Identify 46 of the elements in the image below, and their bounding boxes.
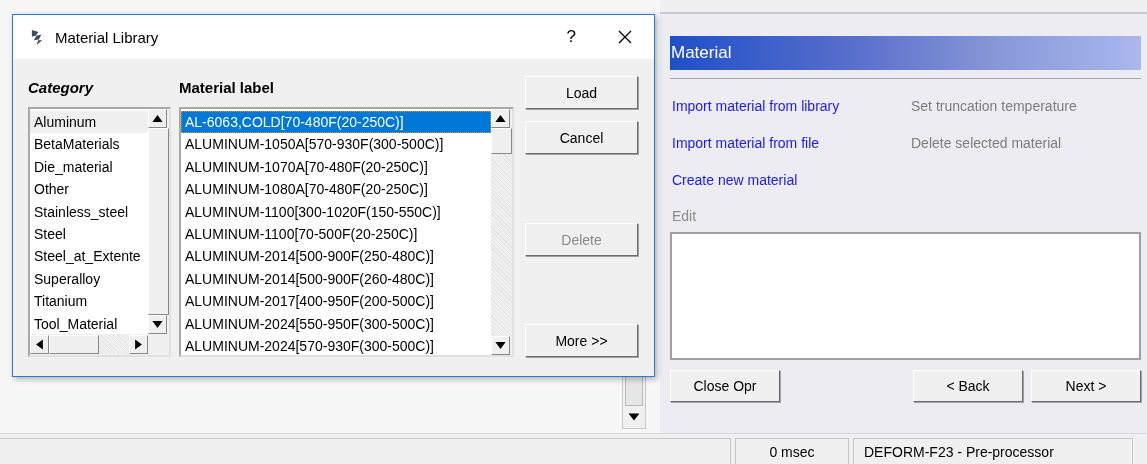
nav-button[interactable]: Next > [1031,370,1141,402]
list-item[interactable]: Steel [30,222,148,246]
action-link[interactable]: Import material from file [672,134,911,152]
action-link: Set truncation temperature [911,97,1078,115]
edit-field[interactable] [670,232,1141,360]
list-item[interactable]: ALUMINUM-1080A[70-480F(20-250C)] [181,178,491,201]
list-item[interactable]: ALUMINUM-1100[300-1020F(150-550C)] [181,200,491,223]
scrollbar[interactable] [491,109,512,355]
edit-label: Edit [672,207,698,225]
status-text: DEFORM-F23 - Pre-processor [853,438,1133,464]
app-logo-icon [30,28,45,46]
list-item[interactable]: ALUMINUM-2024[550-950F(300-500C)] [181,312,491,335]
list-item[interactable]: ALUMINUM-1100[70-500F(20-250C)] [181,222,491,246]
column-heading: Category [28,79,95,98]
status-text: 0 msec [735,438,849,464]
dialog-button[interactable]: Load [525,76,638,109]
list-item[interactable]: Steel_at_Extente [30,245,148,268]
action-link: Delete selected material [911,134,1063,152]
panel-title: Material [670,36,1141,70]
list-item[interactable]: AL-6063,COLD[70-480F(20-250C)] [181,111,491,134]
list-item[interactable]: ALUMINUM-1050A[570-930F(300-500C)] [181,133,491,156]
scrollbar[interactable] [30,334,169,355]
list-item[interactable]: BetaMaterials [30,133,148,156]
action-link[interactable]: Import material from library [672,97,911,115]
window-title: Material Library [55,28,160,46]
close-icon[interactable] [618,30,632,44]
list-item[interactable]: Other [30,178,148,201]
list-item[interactable]: Stainless_steel [30,200,148,223]
list-item[interactable]: ALUMINUM-2014[500-900F(260-480C)] [181,267,491,291]
dialog-button[interactable]: Cancel [525,121,638,154]
scrollbar[interactable] [148,109,169,334]
list-item[interactable]: Aluminum [30,111,148,134]
nav-button[interactable]: Close Opr [670,370,780,402]
list-item[interactable]: ALUMINUM-2014[500-900F(250-480C)] [181,245,491,268]
list-item[interactable]: ALUMINUM-1070A[70-480F(20-250C)] [181,155,491,179]
list-item[interactable]: Titanium [30,290,148,313]
list-item[interactable]: Tool_Material [30,312,148,334]
dialog-button[interactable]: More >> [525,324,638,357]
list-item[interactable]: Die_material [30,155,148,179]
nav-button[interactable]: < Back [913,370,1023,402]
help-button[interactable]: ? [566,27,576,47]
list-item[interactable]: ALUMINUM-2024[570-930F(300-500C)] [181,334,491,355]
column-heading: Material label [179,79,276,98]
action-link[interactable]: Create new material [672,171,911,189]
list-item[interactable]: ALUMINUM-2017[400-950F(200-500C)] [181,290,491,313]
list-item[interactable]: Superalloy [30,267,148,291]
